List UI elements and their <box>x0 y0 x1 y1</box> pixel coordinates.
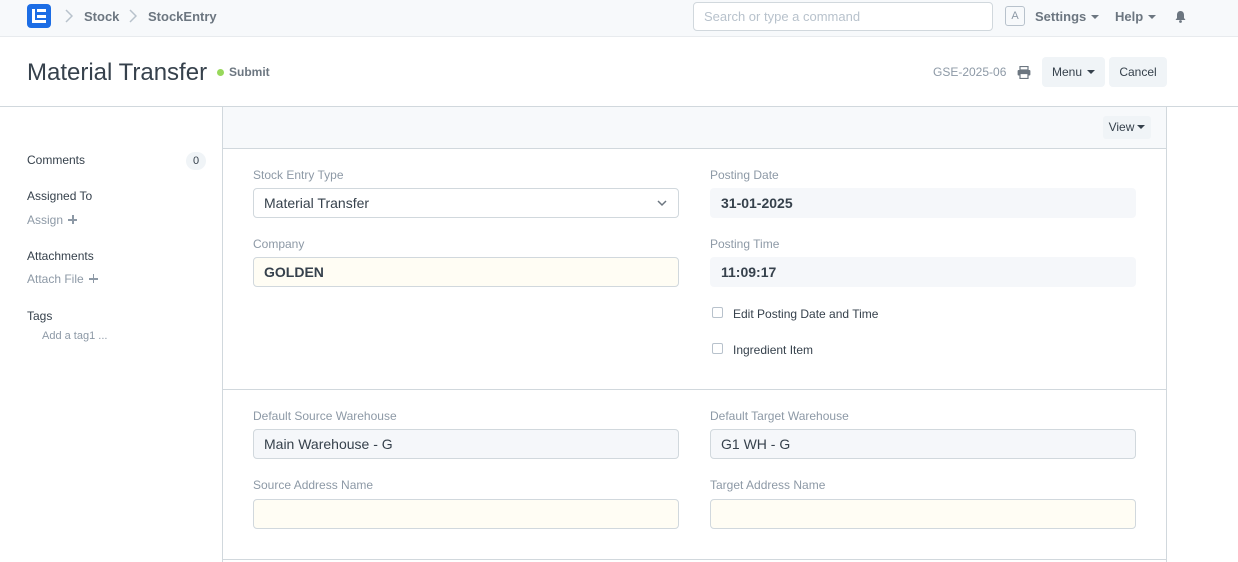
view-label: View <box>1108 120 1135 134</box>
posting-date-label: Posting Date <box>710 168 779 182</box>
default-target-warehouse-label: Default Target Warehouse <box>710 409 849 423</box>
search-input[interactable] <box>694 3 992 30</box>
search-box <box>693 2 993 31</box>
default-target-warehouse-field[interactable]: G1 WH - G <box>710 429 1136 459</box>
attachments-heading: Attachments <box>27 249 94 263</box>
comments-count-badge: 0 <box>186 152 206 170</box>
attach-file-label: Attach File <box>27 272 84 286</box>
help-label: Help <box>1115 9 1144 24</box>
stock-entry-type-label: Stock Entry Type <box>253 168 344 182</box>
posting-date-field: 31-01-2025 <box>710 188 1136 218</box>
default-source-warehouse-field[interactable]: Main Warehouse - G <box>253 429 679 459</box>
status-indicator-icon <box>217 69 224 76</box>
caret-down-icon <box>1091 14 1100 19</box>
settings-label: Settings <box>1035 9 1087 24</box>
view-button[interactable]: View <box>1103 116 1151 139</box>
print-icon[interactable] <box>1017 66 1031 79</box>
default-source-warehouse-label: Default Source Warehouse <box>253 409 397 423</box>
menu-label: Menu <box>1051 65 1083 79</box>
company-label: Company <box>253 237 305 251</box>
notification-bell-icon[interactable] <box>1174 10 1187 23</box>
edit-posting-label: Edit Posting Date and Time <box>733 307 879 321</box>
posting-time-label: Posting Time <box>710 237 780 251</box>
tags-heading: Tags <box>27 309 53 323</box>
menu-button[interactable]: Menu <box>1042 57 1105 87</box>
plus-icon <box>68 215 78 225</box>
document-name: GSE-2025-06 <box>933 65 1007 79</box>
cancel-button[interactable]: Cancel <box>1109 57 1167 87</box>
top-navbar: Stock StockEntry A Settings Help <box>0 0 1238 37</box>
status-badge: Submit <box>229 65 270 79</box>
breadcrumb-stockentry[interactable]: StockEntry <box>148 9 217 24</box>
edit-posting-checkbox[interactable] <box>712 307 723 318</box>
settings-dropdown[interactable]: Settings <box>1035 9 1100 24</box>
caret-down-icon <box>1137 124 1146 129</box>
section-divider <box>223 559 1166 560</box>
help-dropdown[interactable]: Help <box>1115 9 1157 24</box>
assigned-to-heading: Assigned To <box>27 189 93 203</box>
attach-file-link[interactable]: Attach File <box>27 272 98 286</box>
caret-down-icon <box>1087 69 1096 74</box>
avatar[interactable]: A <box>1005 6 1025 26</box>
chevron-right-icon <box>65 9 73 23</box>
section-divider <box>223 389 1166 390</box>
chevron-right-icon <box>129 9 137 23</box>
caret-down-icon <box>1148 14 1157 19</box>
chevron-down-icon <box>657 200 667 207</box>
source-address-name-field[interactable] <box>253 499 679 529</box>
assign-link[interactable]: Assign <box>27 213 78 227</box>
breadcrumb-stock[interactable]: Stock <box>84 9 119 24</box>
page-header: Material Transfer Submit GSE-2025-06 Men… <box>0 37 1238 107</box>
target-address-name-field[interactable] <box>710 499 1136 529</box>
posting-time-field: 11:09:17 <box>710 257 1136 287</box>
target-address-name-label: Target Address Name <box>710 478 826 492</box>
add-tag-link[interactable]: Add a tag1 ... <box>42 330 107 342</box>
plus-icon <box>88 274 98 284</box>
app-logo-icon[interactable] <box>27 4 51 28</box>
form-card: View Stock Entry Type Material Transfer … <box>222 107 1167 562</box>
form-toolbar: View <box>223 107 1166 149</box>
stock-entry-type-select[interactable]: Material Transfer <box>253 188 679 218</box>
assign-label: Assign <box>27 213 64 227</box>
ingredient-item-checkbox[interactable] <box>712 343 723 354</box>
comments-label[interactable]: Comments <box>27 153 85 167</box>
page-title: Material Transfer <box>27 59 208 86</box>
source-address-name-label: Source Address Name <box>253 478 374 492</box>
stock-entry-type-value: Material Transfer <box>264 195 370 211</box>
company-field[interactable]: GOLDEN <box>253 257 679 287</box>
ingredient-item-label: Ingredient Item <box>733 343 814 357</box>
